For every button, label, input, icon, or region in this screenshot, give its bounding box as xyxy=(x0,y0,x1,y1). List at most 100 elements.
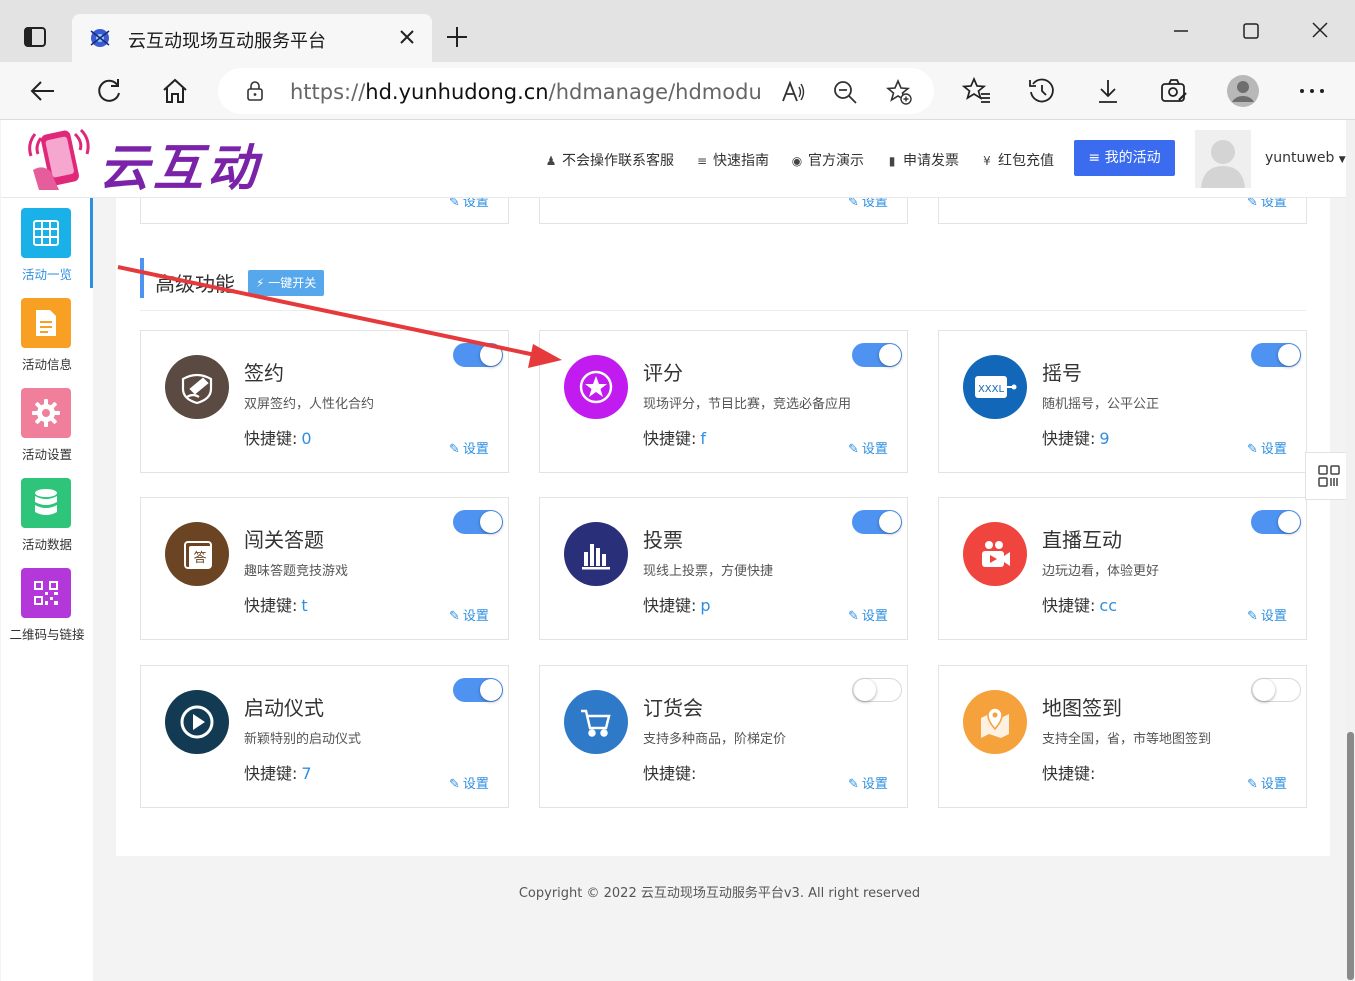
feature-toggle-switch[interactable] xyxy=(1251,343,1301,367)
qrcode-icon xyxy=(21,568,71,618)
minimize-icon[interactable] xyxy=(1166,18,1196,44)
logo-text[interactable]: 云互动 xyxy=(99,128,261,200)
card-title: 签约 xyxy=(244,361,284,385)
screenshot-icon[interactable] xyxy=(1159,76,1189,106)
feature-toggle-switch[interactable] xyxy=(1251,678,1301,702)
my-activity-button[interactable]: ≡ 我的活动 xyxy=(1074,140,1175,176)
card-shortcut: 快捷键: xyxy=(643,760,700,784)
setting-link[interactable]: ✎ 设置 xyxy=(848,773,888,792)
setting-link-label: 设置 xyxy=(462,777,489,792)
feature-toggle-switch[interactable] xyxy=(852,343,902,367)
pencil-icon: ✎ xyxy=(848,609,859,624)
pencil-icon: ✎ xyxy=(449,609,460,624)
sidebar-item-activity-info[interactable]: 活动信息 xyxy=(1,288,93,378)
sidebar-item-label: 活动信息 xyxy=(21,357,72,372)
back-icon[interactable] xyxy=(28,76,58,106)
setting-link[interactable]: ✎ 设置 xyxy=(848,605,888,624)
cart-icon xyxy=(564,690,628,754)
sidebar-item-activity-settings[interactable]: 活动设置 xyxy=(1,378,93,468)
history-icon[interactable] xyxy=(1027,76,1057,106)
more-options-icon[interactable] xyxy=(1297,76,1327,106)
address-bar[interactable]: https://hd.yunhudong.cn/hdmanage/hdmodul… xyxy=(218,68,934,114)
nav-quick-guide[interactable]: ≡ 快速指南 xyxy=(695,150,769,170)
url-text[interactable]: https://hd.yunhudong.cn/hdmanage/hdmodul… xyxy=(290,80,760,104)
one-key-toggle-button[interactable]: ⚡ 一键开关 xyxy=(248,270,325,296)
barcode-icon: ▮ xyxy=(888,154,896,168)
list-icon: ≡ xyxy=(696,154,708,168)
site-favicon-icon xyxy=(88,26,112,50)
browser-tab[interactable]: 云互动现场互动服务平台 xyxy=(72,14,432,62)
feature-toggle-switch[interactable] xyxy=(453,510,503,534)
sidebar-item-qrcode-links[interactable]: 二维码与链接 xyxy=(1,558,93,648)
one-key-toggle-label: 一键开关 xyxy=(268,276,317,290)
setting-link[interactable]: ✎ 设置 xyxy=(449,605,489,624)
user-avatar[interactable] xyxy=(1195,130,1251,188)
card-description: 双屏签约，人性化合约 xyxy=(244,397,375,412)
my-activity-label: 我的活动 xyxy=(1104,150,1161,166)
toggle-knob xyxy=(879,511,901,533)
svg-text:答: 答 xyxy=(193,550,206,566)
setting-link[interactable]: ✎ 设置 xyxy=(449,773,489,792)
tab-actions-icon[interactable] xyxy=(22,24,48,50)
toggle-knob xyxy=(854,679,876,701)
feature-toggle-switch[interactable] xyxy=(453,678,503,702)
username-dropdown[interactable]: yuntuweb ▼ xyxy=(1265,150,1346,166)
shortcut-label: 快捷键: xyxy=(643,596,697,615)
shortcut-value: cc xyxy=(1099,596,1117,615)
card-description: 支持全国，省，市等地图签到 xyxy=(1042,732,1212,747)
add-favorite-icon[interactable] xyxy=(885,78,912,105)
card-description: 趣味答题竞技游戏 xyxy=(244,564,349,579)
setting-link-label: 设置 xyxy=(1260,609,1287,624)
browser-tab-bar: 云互动现场互动服务平台 xyxy=(0,0,1355,62)
nav-contact-support[interactable]: ♟ 不会操作联系客服 xyxy=(544,150,674,170)
setting-link[interactable]: ✎ 设置 xyxy=(1247,438,1287,457)
sidebar-item-activity-data[interactable]: 活动数据 xyxy=(1,468,93,558)
home-icon[interactable] xyxy=(160,76,190,106)
feature-toggle-switch[interactable] xyxy=(453,343,503,367)
setting-link[interactable]: ✎ 设置 xyxy=(848,438,888,457)
card-shortcut: 快捷键: 7 xyxy=(244,760,312,784)
favorites-icon[interactable] xyxy=(961,76,992,106)
read-aloud-icon[interactable] xyxy=(780,79,806,105)
maximize-icon[interactable] xyxy=(1236,18,1266,44)
setting-link[interactable]: ✎ 设置 xyxy=(1247,773,1287,792)
sidebar-item-activity-overview[interactable]: 活动一览 xyxy=(1,198,93,288)
feature-card: 评分 现场评分，节目比赛，竞选必备应用 快捷键: f ✎ 设置 xyxy=(539,330,908,473)
scrollbar-thumb[interactable] xyxy=(1347,732,1354,980)
card-shortcut: 快捷键: f xyxy=(643,425,706,449)
feature-card: 启动仪式 新颖特别的启动仪式 快捷键: 7 ✎ 设置 xyxy=(140,665,509,808)
lock-icon[interactable] xyxy=(244,80,266,102)
play-icon xyxy=(165,690,229,754)
star-icon xyxy=(564,355,628,419)
document-icon xyxy=(21,298,71,348)
nav-apply-invoice[interactable]: ▮ 申请发票 xyxy=(885,150,959,170)
feature-toggle-switch[interactable] xyxy=(852,678,902,702)
feature-toggle-switch[interactable] xyxy=(852,510,902,534)
shortcut-label: 快捷键: xyxy=(1042,764,1096,783)
feature-toggle-switch[interactable] xyxy=(1251,510,1301,534)
setting-link-label: 设置 xyxy=(462,442,489,457)
close-tab-icon[interactable] xyxy=(396,26,418,48)
close-window-icon[interactable] xyxy=(1305,18,1335,44)
shortcut-label: 快捷键: xyxy=(244,429,298,448)
setting-link[interactable]: ✎ 设置 xyxy=(1247,605,1287,624)
toggle-knob xyxy=(480,344,502,366)
nav-official-demo[interactable]: ◉ 官方演示 xyxy=(790,150,864,170)
download-icon[interactable] xyxy=(1093,76,1123,106)
feature-card: 投票 现线上投票，方便快捷 快捷键: p ✎ 设置 xyxy=(539,497,908,640)
card-title: 评分 xyxy=(643,361,683,385)
nav-red-packet-recharge[interactable]: ¥ 红包充值 xyxy=(980,150,1054,170)
user-icon: ♟ xyxy=(545,154,557,168)
refresh-icon[interactable] xyxy=(94,76,124,106)
video-camera-icon xyxy=(963,522,1027,586)
shortcut-value: 7 xyxy=(301,764,312,783)
new-tab-icon[interactable] xyxy=(444,24,470,50)
shortcut-value: f xyxy=(700,429,707,448)
logo-phone-icon[interactable] xyxy=(25,124,99,196)
svg-text:XXXL: XXXL xyxy=(978,384,1005,395)
site-header: 云互动 ♟ 不会操作联系客服 ≡ 快速指南 ◉ 官方演示 ▮ 申请发票 ¥ 红包充值 ≡ … xyxy=(1,120,1346,198)
toggle-knob xyxy=(879,344,901,366)
zoom-out-icon[interactable] xyxy=(832,79,858,105)
profile-avatar-icon[interactable] xyxy=(1226,74,1260,108)
setting-link[interactable]: ✎ 设置 xyxy=(449,438,489,457)
